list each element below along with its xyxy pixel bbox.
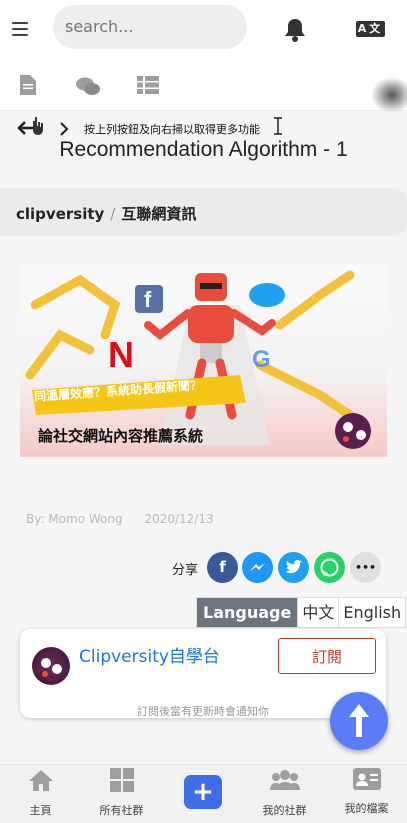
nav-item-my-communities[interactable]: 我的社群: [244, 768, 325, 818]
chat-icon[interactable]: [76, 77, 100, 100]
home-icon: [28, 770, 53, 791]
nav-label: 所有社群: [99, 804, 144, 817]
cursor-icon: [272, 117, 284, 139]
whatsapp-share-button[interactable]: [314, 552, 345, 583]
document-icon[interactable]: [20, 75, 36, 99]
facebook-share-button[interactable]: f: [207, 552, 238, 583]
grid-icon: [109, 768, 134, 792]
svg-text:G: G: [252, 346, 271, 373]
hand-swipe-icon: [30, 116, 46, 140]
channel-avatar[interactable]: [32, 647, 70, 685]
breadcrumb-item-category[interactable]: 互聯網資訊: [121, 205, 196, 223]
nav-label: 我的社群: [262, 804, 307, 817]
twitter-share-button[interactable]: [278, 552, 309, 583]
nav-label: 我的檔案: [344, 802, 389, 815]
channel-name[interactable]: Clipversity自學台: [79, 642, 220, 667]
article-meta: By: Momo Wong 2020/12/13: [26, 512, 214, 526]
scroll-shadow: [372, 78, 407, 112]
list-icon[interactable]: [137, 76, 159, 98]
profile-card-icon: [352, 768, 381, 790]
arrow-up-icon: [349, 704, 369, 737]
language-label: Language: [197, 598, 298, 627]
page-title: Recommendation Algorithm - 1: [59, 138, 348, 161]
breadcrumb-separator: /: [110, 205, 116, 223]
hero-caption: 論社交網站內容推薦系統: [38, 427, 204, 445]
plus-icon: +: [192, 777, 214, 807]
share-label: 分享: [172, 563, 199, 578]
hamburger-menu-icon[interactable]: [12, 22, 28, 36]
language-option-english[interactable]: English: [338, 598, 405, 627]
publish-date: 2020/12/13: [144, 512, 214, 526]
language-switcher: Language 中文 English: [196, 597, 407, 628]
bell-icon[interactable]: [283, 17, 307, 47]
subscribe-button[interactable]: 訂閱: [278, 638, 376, 674]
svg-text:f: f: [144, 287, 152, 312]
breadcrumb-item-clipversity[interactable]: clipversity: [16, 205, 104, 223]
more-share-button[interactable]: •••: [350, 552, 381, 583]
article-hero-image[interactable]: f N G 同溫層效應？系統助長假新聞？ 論社交網站內容推薦系統: [20, 265, 387, 457]
messenger-share-button[interactable]: [242, 552, 273, 583]
swipe-hint-text: 按上列按鈕及向右掃以取得更多功能: [84, 123, 260, 136]
users-icon: [269, 770, 300, 790]
tool-tab-bar: [0, 60, 407, 111]
author-name[interactable]: By: Momo Wong: [26, 512, 123, 526]
language-option-chinese[interactable]: 中文: [297, 598, 338, 627]
breadcrumb: clipversity / 互聯網資訊: [16, 203, 196, 224]
scroll-to-top-button[interactable]: [330, 692, 388, 750]
nav-item-all-communities[interactable]: 所有社群: [81, 768, 162, 818]
nav-item-home[interactable]: 主頁: [0, 768, 81, 818]
nav-item-my-profile[interactable]: 我的檔案: [326, 768, 407, 816]
search-input[interactable]: search...: [53, 5, 247, 49]
svg-text:N: N: [108, 334, 134, 375]
nav-label: 主頁: [29, 804, 52, 817]
translate-icon[interactable]: A文: [356, 21, 385, 37]
create-post-button[interactable]: +: [184, 775, 222, 809]
